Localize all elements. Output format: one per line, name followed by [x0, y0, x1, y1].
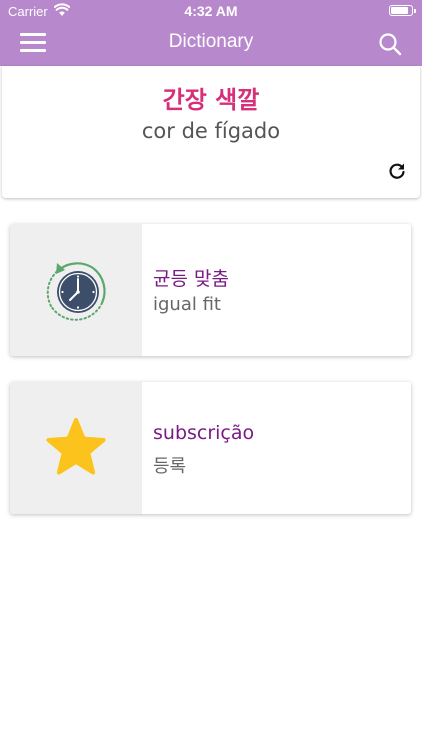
- history-thumbnail: [10, 224, 142, 356]
- history-item[interactable]: 균등 맞춤 igual fit: [10, 224, 411, 356]
- battery-icon: [389, 5, 416, 16]
- page-title: Dictionary: [168, 31, 254, 52]
- favorites-thumbnail: [10, 382, 142, 514]
- star-icon: [46, 418, 106, 475]
- clock-time: 4:32 AM: [184, 3, 238, 19]
- status-bar: Carrier 4:32 AM: [0, 0, 422, 22]
- word-of-the-day-card: 간장 색깔 cor de fígado: [2, 66, 420, 198]
- word-headword[interactable]: 간장 색깔: [2, 80, 420, 115]
- word-translation: cor de fígado: [141, 119, 281, 143]
- top-bar: Carrier 4:32 AM Dictionary: [0, 0, 422, 66]
- favorites-item-subtitle: 등록: [153, 456, 187, 477]
- refresh-icon[interactable]: [388, 162, 406, 180]
- favorites-item-title: subscrição: [153, 422, 255, 444]
- navigation-bar: Dictionary: [0, 22, 422, 66]
- history-item-title: 균등 맞춤: [153, 268, 229, 290]
- history-clock-icon: [46, 262, 106, 321]
- search-icon[interactable]: [378, 32, 402, 56]
- history-item-subtitle: igual fit: [153, 294, 221, 315]
- favorites-item[interactable]: subscrição 등록: [10, 382, 411, 514]
